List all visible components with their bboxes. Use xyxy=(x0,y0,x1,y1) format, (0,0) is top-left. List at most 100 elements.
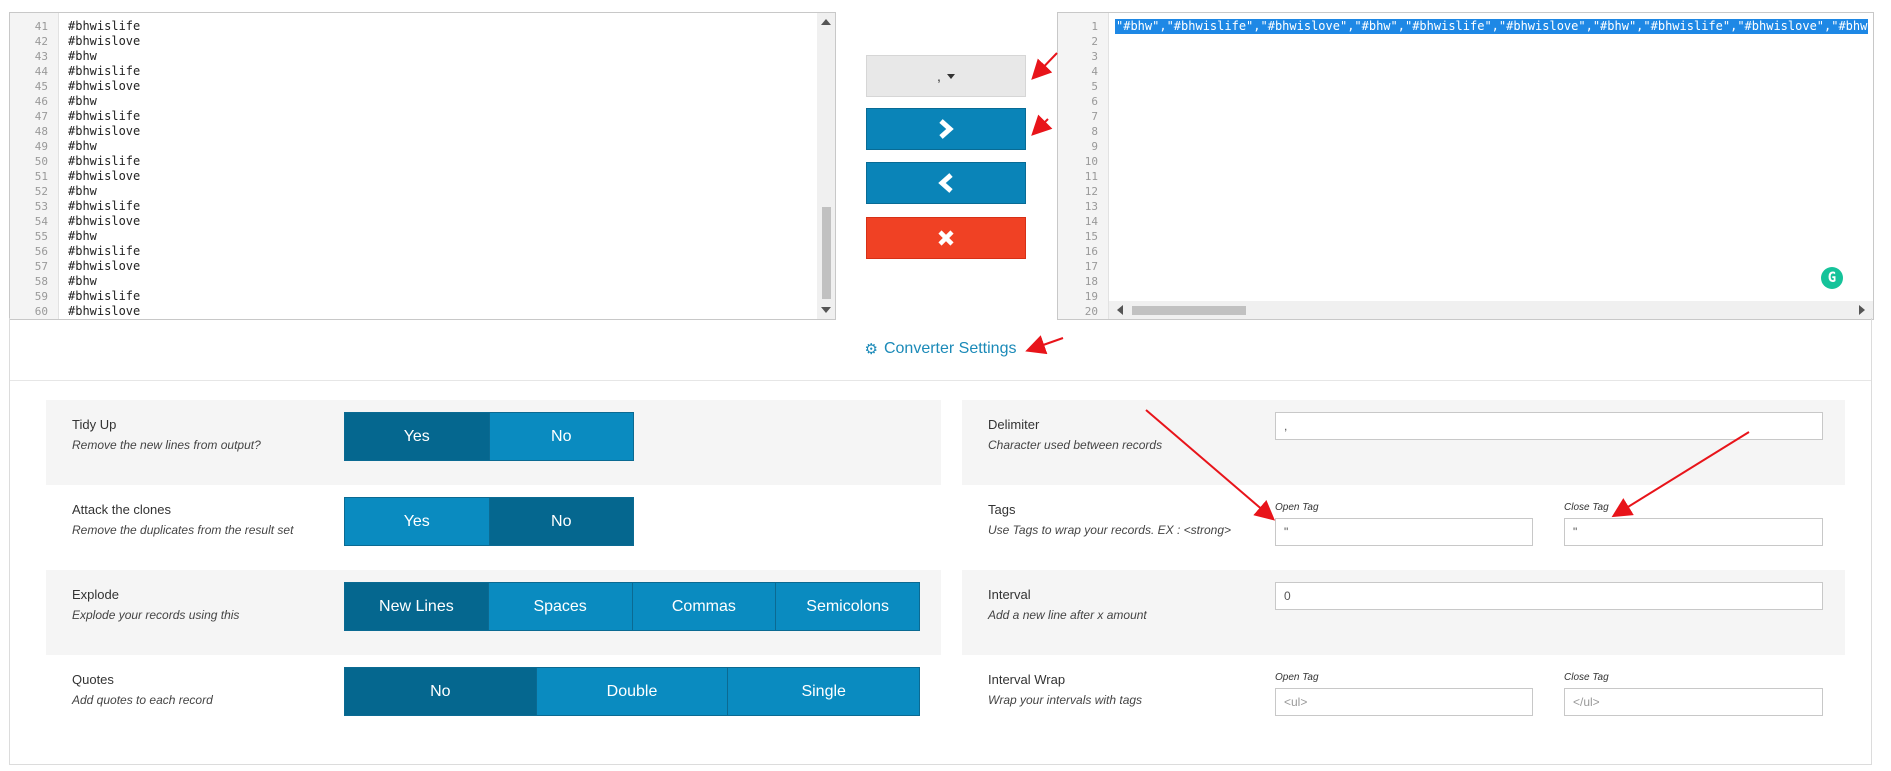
tidy-up-option-yes[interactable]: Yes xyxy=(345,413,490,460)
line-number: 56 xyxy=(34,245,48,258)
line-text: #bhwislife xyxy=(68,154,141,168)
line-number: 20 xyxy=(1084,305,1098,318)
line-number: 47 xyxy=(34,110,48,123)
line-number: 49 xyxy=(34,140,48,153)
scroll-down-icon[interactable] xyxy=(821,307,831,313)
output-editor[interactable]: 1 2 3 4 5 6 7 8 9 10 11 12 13 14 15 16 17 18 19 20 "#bhw","… xyxy=(1057,12,1874,320)
quotes-toggle[interactable]: No Double Single xyxy=(344,667,920,716)
line-number: 42 xyxy=(34,35,48,48)
line-text: #bhwislove xyxy=(68,169,141,183)
scroll-left-icon[interactable] xyxy=(1117,305,1123,315)
convert-left-button[interactable] xyxy=(866,162,1026,204)
delimiter-input[interactable]: , xyxy=(1275,412,1823,440)
tidy-up-option-no[interactable]: No xyxy=(489,413,633,460)
open-tag-input[interactable]: " xyxy=(1275,518,1533,546)
caret-down-icon xyxy=(946,73,955,79)
attack-clones-toggle[interactable]: Yes No xyxy=(344,497,634,546)
line-text: #bhw xyxy=(68,274,97,288)
line-text: #bhwislove xyxy=(68,259,141,273)
interval-label: Interval xyxy=(988,587,1031,602)
line-number: 50 xyxy=(34,155,48,168)
interval-input[interactable]: 0 xyxy=(1275,582,1823,610)
attack-clones-option-no[interactable]: No xyxy=(489,498,633,545)
output-line-selected[interactable]: "#bhw","#bhwislife","#bhwislove","#bhw",… xyxy=(1115,19,1869,34)
tags-desc: Use Tags to wrap your records. EX : <str… xyxy=(988,523,1232,537)
settings-title[interactable]: Converter Settings xyxy=(884,340,1017,358)
line-number: 60 xyxy=(34,305,48,318)
line-text: #bhwislove xyxy=(68,214,141,228)
quotes-option-single[interactable]: Single xyxy=(728,668,920,715)
line-number: 46 xyxy=(34,95,48,108)
clear-button[interactable] xyxy=(866,217,1026,259)
interval-row: Interval Add a new line after x amount 0 xyxy=(962,570,1845,655)
line-text: #bhw xyxy=(68,229,97,243)
line-text: #bhwislove xyxy=(68,304,141,318)
close-tag-input[interactable]: " xyxy=(1564,518,1823,546)
tidy-up-desc: Remove the new lines from output? xyxy=(72,438,261,452)
interval-wrap-desc: Wrap your intervals with tags xyxy=(988,693,1143,707)
line-number: 19 xyxy=(1084,290,1098,303)
line-text: #bhw xyxy=(68,184,97,198)
scroll-up-icon[interactable] xyxy=(821,19,831,25)
scroll-thumb[interactable] xyxy=(1132,306,1246,315)
line-number: 15 xyxy=(1084,230,1098,243)
line-number: 7 xyxy=(1091,110,1098,123)
input-editor[interactable]: 41 #bhwislife 42 #bhwislove 43 #bhw 44 #bhwisli… xyxy=(9,12,836,320)
settings-header[interactable]: ⚙ Converter Settings xyxy=(10,318,1871,381)
line-number: 57 xyxy=(34,260,48,273)
wrap-open-tag-input[interactable]: <ul> xyxy=(1275,688,1533,716)
arrow-convert xyxy=(1031,114,1053,136)
close-tag-label: Close Tag xyxy=(1564,502,1609,513)
line-number: 16 xyxy=(1084,245,1098,258)
line-number: 41 xyxy=(34,20,48,33)
interval-desc: Add a new line after x amount xyxy=(988,608,1147,622)
attack-clones-label: Attack the clones xyxy=(72,502,171,517)
wrap-close-tag-input[interactable]: </ul> xyxy=(1564,688,1823,716)
vertical-scrollbar[interactable] xyxy=(817,13,835,319)
line-number: 54 xyxy=(34,215,48,228)
line-text: #bhw xyxy=(68,94,97,108)
line-number: 45 xyxy=(34,80,48,93)
horizontal-scrollbar[interactable] xyxy=(1109,301,1873,319)
explode-toggle[interactable]: New Lines Spaces Commas Semicolons xyxy=(344,582,920,631)
line-number: 13 xyxy=(1084,200,1098,213)
line-number: 6 xyxy=(1091,95,1098,108)
line-text: #bhwislife xyxy=(68,289,141,303)
line-number: 48 xyxy=(34,125,48,138)
explode-option-semicolons[interactable]: Semicolons xyxy=(776,583,919,630)
open-tag-label: Open Tag xyxy=(1275,502,1319,513)
attack-clones-row: Attack the clones Remove the duplicates … xyxy=(46,485,941,570)
line-number: 8 xyxy=(1091,125,1098,138)
line-text: #bhwislife xyxy=(68,19,141,33)
tags-label: Tags xyxy=(988,502,1016,517)
line-number: 43 xyxy=(34,50,48,63)
line-number: 14 xyxy=(1084,215,1098,228)
line-text: #bhwislove xyxy=(68,34,141,48)
attack-clones-desc: Remove the duplicates from the result se… xyxy=(72,523,294,537)
quotes-option-double[interactable]: Double xyxy=(536,668,729,715)
tidy-up-toggle[interactable]: Yes No xyxy=(344,412,634,461)
line-text: #bhwislove xyxy=(68,124,141,138)
scroll-thumb[interactable] xyxy=(822,207,831,299)
line-number: 11 xyxy=(1084,170,1098,183)
delimiter-desc: Character used between records xyxy=(988,438,1163,452)
grammarly-icon[interactable]: G xyxy=(1821,267,1843,289)
attack-clones-option-yes[interactable]: Yes xyxy=(345,498,490,545)
explode-label: Explode xyxy=(72,587,119,602)
line-number: 1 xyxy=(1091,20,1098,33)
gear-icon: ⚙ xyxy=(864,341,878,358)
explode-option-commas[interactable]: Commas xyxy=(632,583,777,630)
quotes-row: Quotes Add quotes to each record No Doubl… xyxy=(46,655,941,740)
convert-right-button[interactable] xyxy=(866,108,1026,150)
scroll-right-icon[interactable] xyxy=(1859,305,1865,315)
line-text: #bhwislife xyxy=(68,64,141,78)
delimiter-row: Delimiter Character used between records… xyxy=(962,400,1845,485)
line-number: 4 xyxy=(1091,65,1098,78)
explode-option-new-lines[interactable]: New Lines xyxy=(345,583,489,630)
line-text: #bhwislife xyxy=(68,199,141,213)
line-number: 17 xyxy=(1084,260,1098,273)
quotes-option-no[interactable]: No xyxy=(345,668,537,715)
line-number: 10 xyxy=(1084,155,1098,168)
explode-option-spaces[interactable]: Spaces xyxy=(488,583,633,630)
delimiter-dropdown[interactable]: , xyxy=(866,55,1026,97)
